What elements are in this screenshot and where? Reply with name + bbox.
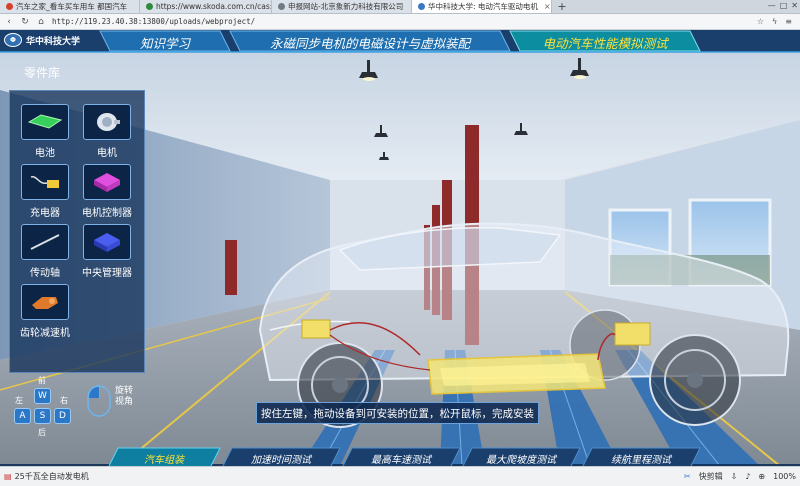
hust-emblem-icon: Φ — [4, 33, 22, 47]
central-manager-icon — [83, 224, 131, 260]
clip-label[interactable]: 快剪辑 — [699, 471, 723, 482]
home-icon[interactable]: ⌂ — [36, 17, 46, 27]
drive-shaft-icon — [21, 224, 69, 260]
maximize-icon[interactable]: □ — [780, 1, 788, 10]
news-icon: ▤ — [4, 472, 12, 481]
part-drive-shaft[interactable]: 传动轴 — [14, 224, 76, 279]
zoom-icon[interactable]: ⊕ — [758, 472, 765, 481]
tab-car-assembly[interactable]: 汽车组装 — [112, 448, 216, 466]
battery-icon — [21, 104, 69, 140]
browser-tab-autohome[interactable]: 汽车之家_看车买车用车 都国汽车 — [0, 0, 140, 13]
site-favicon-icon — [6, 3, 13, 10]
close-window-icon[interactable]: ✕ — [791, 1, 798, 10]
key-s[interactable]: S — [34, 408, 51, 424]
tab-top-speed-test[interactable]: 最高车速测试 — [346, 448, 456, 466]
lightning-icon[interactable]: ϟ — [772, 17, 777, 26]
part-motor[interactable]: 电机 — [76, 104, 138, 159]
window-controls: — □ ✕ — [768, 1, 798, 10]
url-field[interactable]: http://119.23.40.38:13800/uploads/webpro… — [52, 17, 751, 26]
movement-keys: 前 W 左 右 A S D 后 — [10, 375, 80, 445]
part-battery[interactable]: 电池 — [14, 104, 76, 159]
mouse-icon — [86, 384, 112, 421]
back-icon[interactable]: ‹ — [4, 17, 14, 27]
tab-label: 华中科技大学: 电动汽车驱动电机 — [428, 2, 538, 11]
browser-tab-bar: 汽车之家_看车买车用车 都国汽车 https://www.skoda.com.c… — [0, 0, 800, 14]
simulation-viewport[interactable]: Φ 华中科技大学 知识学习 永磁同步电机的电磁设计与虚拟装配 电动汽车性能模拟测… — [0, 30, 800, 466]
parts-library-title: 零件库 — [24, 66, 61, 80]
zoom-level[interactable]: 100% — [773, 472, 796, 481]
university-logo: Φ 华中科技大学 — [4, 33, 80, 47]
instruction-banner: 按住左键，拖动设备到可安装的位置，松开鼠标，完成安装 — [256, 402, 539, 424]
part-motor-controller[interactable]: 电机控制器 — [76, 164, 138, 219]
site-favicon-icon — [146, 3, 153, 10]
bookmark-star-icon[interactable]: ☆ — [757, 17, 764, 26]
status-text[interactable]: 25千瓦全自动发电机 — [15, 471, 89, 482]
key-a[interactable]: A — [14, 408, 31, 424]
right-label: 右 — [60, 396, 68, 405]
left-label: 左 — [15, 396, 23, 405]
browser-tab-shenbao[interactable]: 申报网站-北京象新力科技有限公司 — [272, 0, 412, 13]
rotate-view-label: 旋转 视角 — [115, 386, 134, 407]
part-central-manager[interactable]: 中央管理器 — [76, 224, 138, 279]
motor-icon — [83, 104, 131, 140]
forward-label: 前 — [38, 376, 46, 385]
tab-label: https://www.skoda.com.cn/cas: — [156, 2, 272, 11]
site-favicon-icon — [278, 3, 285, 10]
key-w[interactable]: W — [34, 388, 51, 404]
tab-range-test[interactable]: 续航里程测试 — [586, 448, 696, 466]
part-label: 电机控制器 — [82, 208, 132, 219]
tab-label: 申报网站-北京象新力科技有限公司 — [288, 2, 404, 11]
volume-icon[interactable]: ♪ — [745, 472, 750, 481]
nav-motor-design-assembly[interactable]: 永磁同步电机的电磁设计与虚拟装配 — [240, 32, 500, 53]
key-d[interactable]: D — [54, 408, 71, 424]
refresh-icon[interactable]: ↻ — [20, 17, 30, 27]
nav-ev-performance-test[interactable]: 电动汽车性能模拟测试 — [520, 32, 690, 53]
address-bar: ‹ ↻ ⌂ http://119.23.40.38:13800/uploads/… — [0, 14, 800, 30]
charger-icon — [21, 164, 69, 200]
part-label: 齿轮减速机 — [20, 328, 70, 339]
tab-label: 汽车之家_看车买车用车 都国汽车 — [16, 2, 128, 11]
close-tab-icon[interactable]: × — [544, 2, 551, 11]
tab-acceleration-test[interactable]: 加速时间测试 — [226, 448, 336, 466]
logo-text: 华中科技大学 — [26, 36, 81, 47]
site-favicon-icon — [418, 3, 425, 10]
browser-tab-skoda[interactable]: https://www.skoda.com.cn/cas: — [140, 0, 272, 13]
part-label: 传动轴 — [30, 268, 60, 279]
part-label: 充电器 — [30, 208, 60, 219]
new-tab-button[interactable]: + — [556, 1, 568, 13]
part-label: 中央管理器 — [82, 268, 132, 279]
gear-reducer-icon — [21, 284, 69, 320]
app-header: Φ 华中科技大学 知识学习 永磁同步电机的电磁设计与虚拟装配 电动汽车性能模拟测… — [0, 30, 800, 54]
download-icon[interactable]: ⇩ — [731, 472, 738, 481]
browser-tab-hust[interactable]: 华中科技大学: 电动汽车驱动电机 × — [412, 0, 552, 13]
menu-icon[interactable]: ≡ — [785, 17, 792, 26]
part-label: 电池 — [35, 148, 55, 159]
nav-knowledge-learning[interactable]: 知识学习 — [110, 32, 220, 53]
minimize-icon[interactable]: — — [768, 1, 776, 10]
parts-library-panel: 电池 电机 充电器 电机控制器 传动轴 中央管理器 齿轮减速机 — [9, 90, 145, 373]
browser-status-bar: ▤ 25千瓦全自动发电机 ✂ 快剪辑 ⇩ ♪ ⊕ 100% — [0, 466, 800, 486]
part-gear-reducer[interactable]: 齿轮减速机 — [14, 284, 76, 339]
part-charger[interactable]: 充电器 — [14, 164, 76, 219]
tab-max-gradeability-test[interactable]: 最大爬坡度测试 — [466, 448, 576, 466]
back-label: 后 — [38, 428, 46, 437]
motor-controller-icon — [83, 164, 131, 200]
part-label: 电机 — [97, 148, 117, 159]
clip-icon[interactable]: ✂ — [684, 472, 691, 481]
